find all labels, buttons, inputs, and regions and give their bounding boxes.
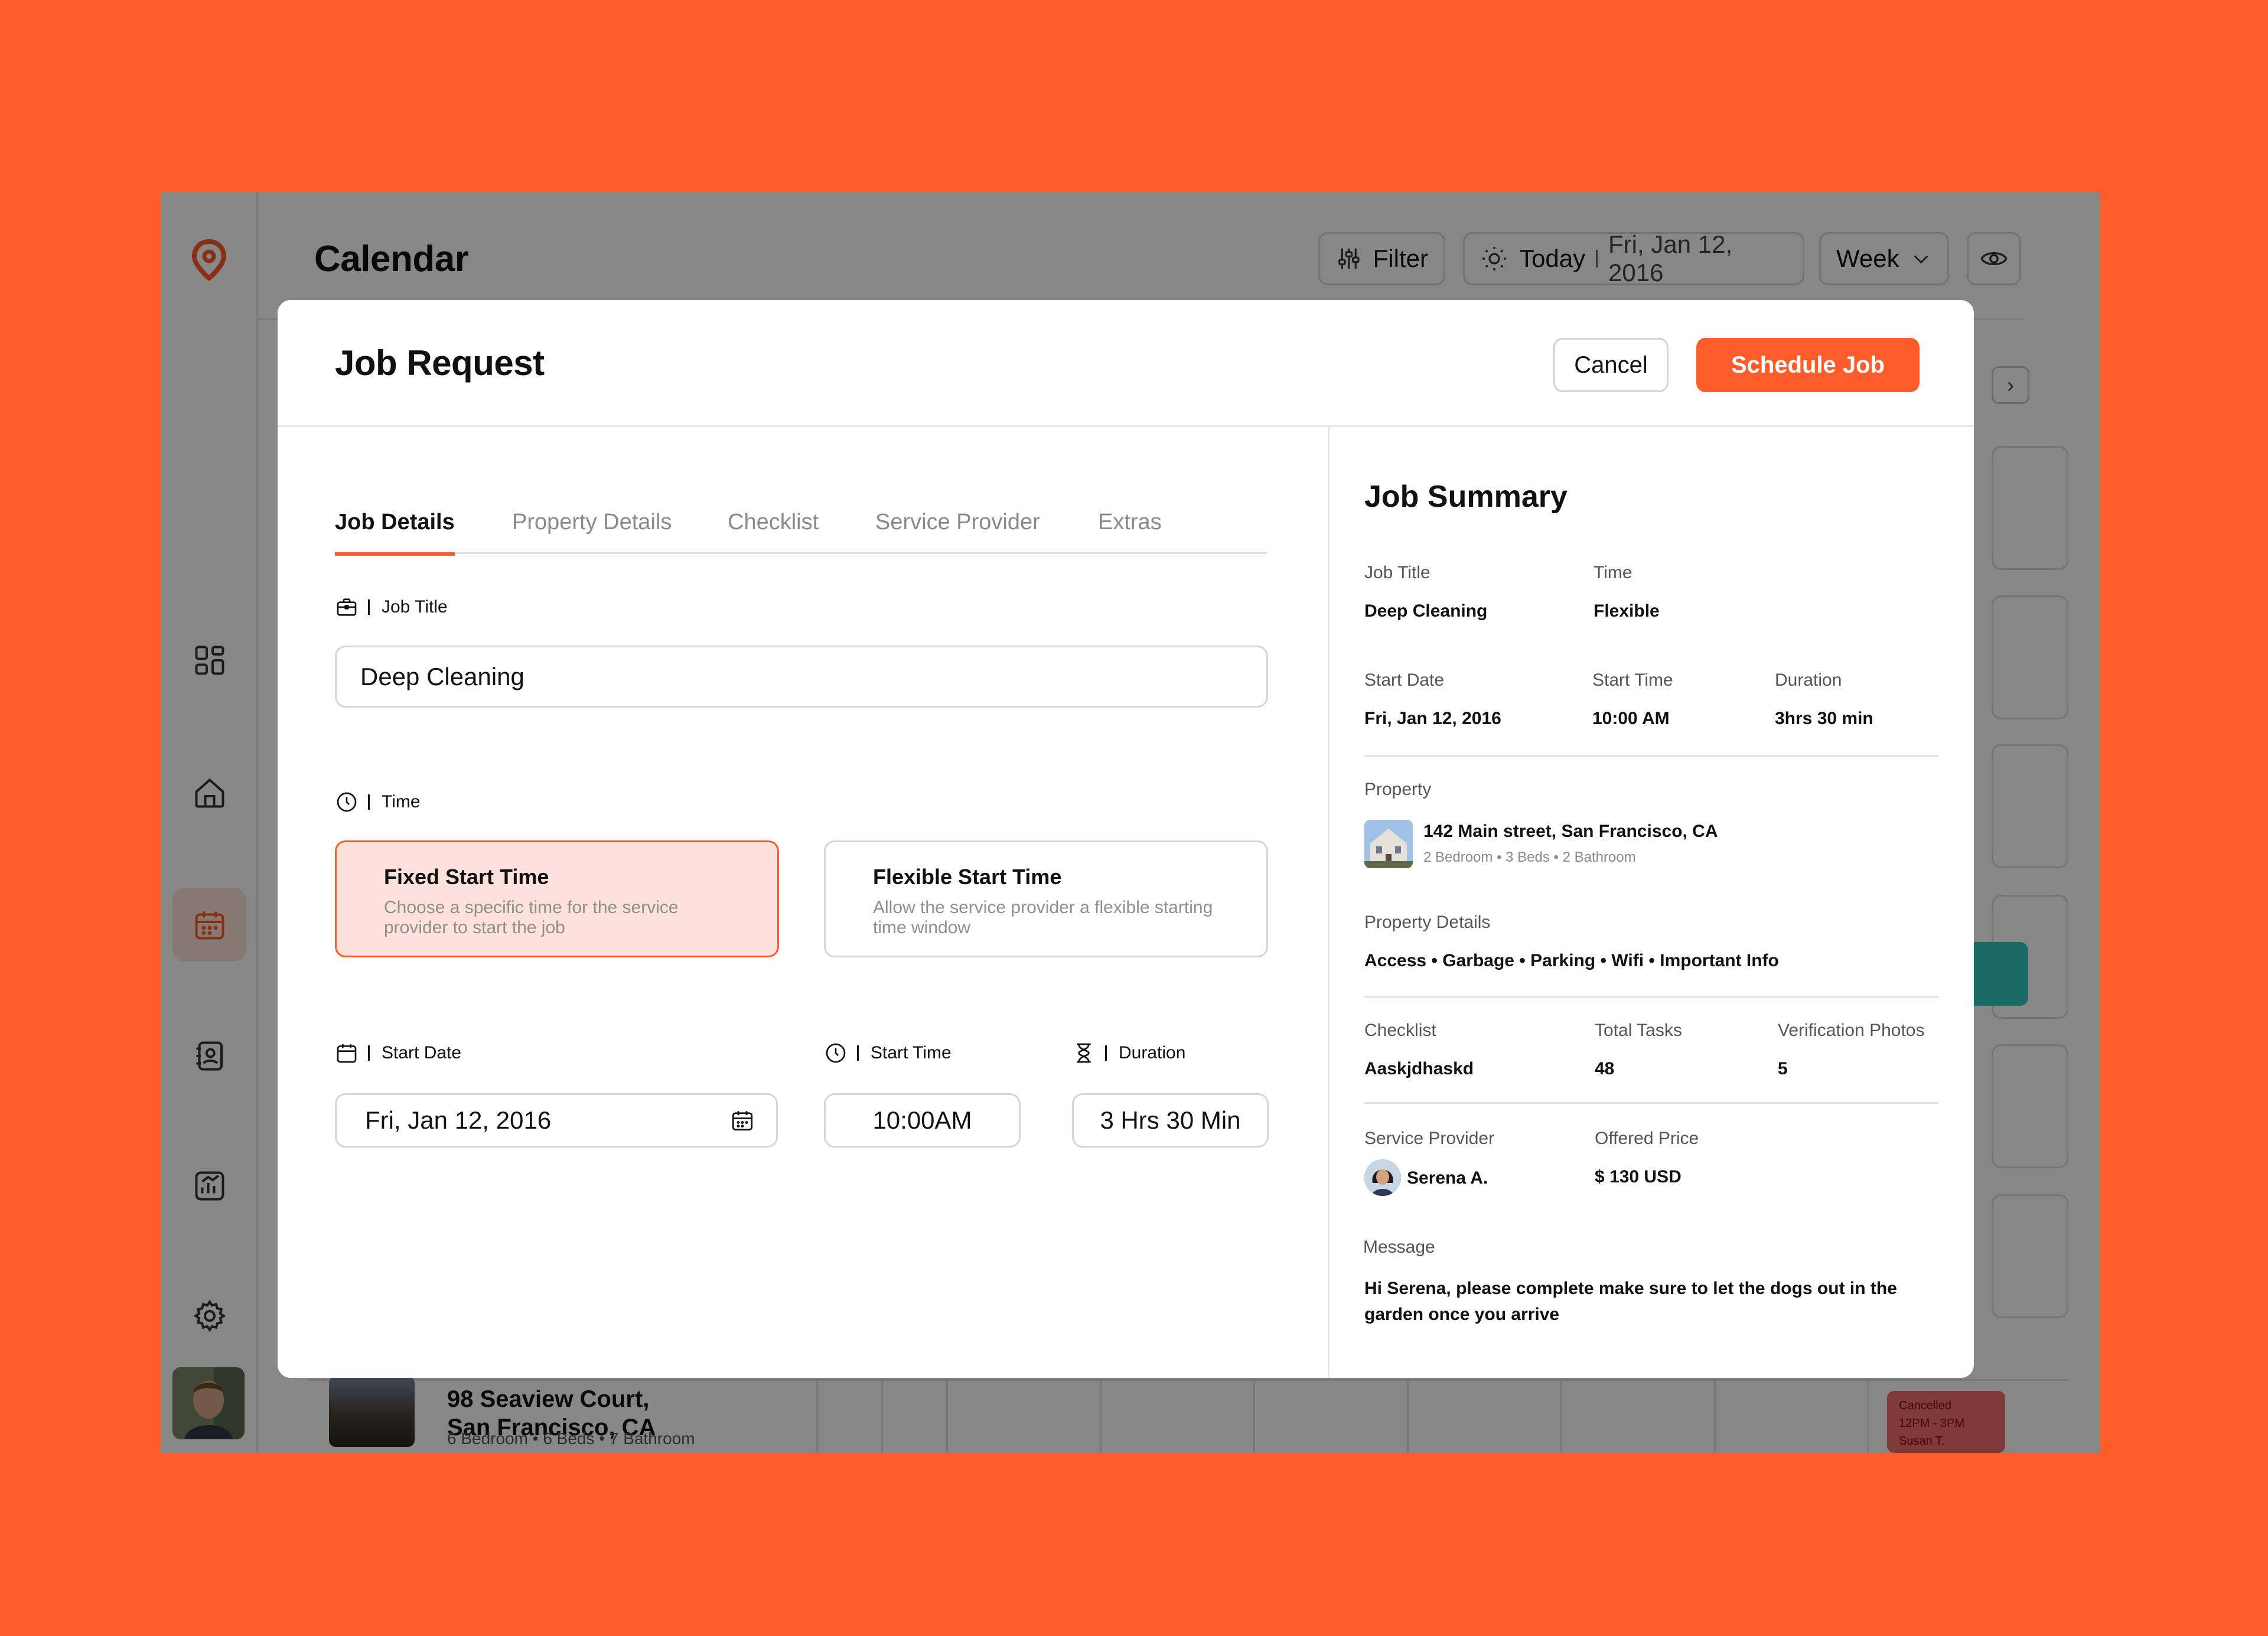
cancel-button[interactable]: Cancel	[1553, 338, 1669, 392]
option-description: Choose a specific time for the service p…	[384, 898, 679, 937]
job-request-modal: Job Request Cancel Schedule Job Job Deta…	[278, 300, 1974, 1378]
summary-time-value: Flexible	[1594, 601, 1660, 621]
modal-header: Job Request Cancel Schedule Job	[278, 300, 1974, 427]
duration-label-text: Duration	[1119, 1043, 1186, 1063]
summary-property-label: Property	[1364, 780, 1432, 799]
tab-checklist[interactable]: Checklist	[728, 510, 819, 552]
start-date-value: Fri, Jan 12, 2016	[365, 1106, 552, 1134]
start-date-label: Start Date	[335, 1041, 461, 1065]
summary-start-date-label: Start Date	[1364, 670, 1445, 690]
property-thumbnail	[1364, 820, 1413, 868]
calendar-icon	[337, 1044, 357, 1063]
schedule-job-button[interactable]: Schedule Job	[1696, 338, 1920, 392]
summary-checklist-value: Aaskjdhaskd	[1364, 1059, 1474, 1078]
house-image	[1364, 820, 1413, 868]
job-title-input[interactable]: Deep Cleaning	[335, 646, 1268, 708]
clock-icon	[826, 1043, 846, 1063]
time-label: Time	[335, 790, 421, 814]
summary-time-label: Time	[1594, 563, 1632, 582]
summary-divider	[1364, 996, 1938, 998]
summary-duration-value: 3hrs 30 min	[1775, 709, 1873, 728]
option-title: Fixed Start Time	[384, 865, 549, 889]
summary-provider-label: Service Provider	[1364, 1129, 1495, 1148]
provider-avatar-image	[1364, 1159, 1401, 1196]
summary-total-tasks-value: 48	[1595, 1059, 1615, 1078]
job-title-label: Job Title	[335, 595, 448, 619]
summary-checklist-label: Checklist	[1364, 1021, 1436, 1040]
summary-property-details-value: Access • Garbage • Parking • Wifi • Impo…	[1364, 951, 1779, 970]
summary-provider-value: Serena A.	[1407, 1168, 1488, 1188]
summary-start-time-label: Start Time	[1592, 670, 1673, 690]
summary-price-value: $ 130 USD	[1595, 1167, 1682, 1187]
summary-price-label: Offered Price	[1595, 1129, 1699, 1148]
summary-verification-value: 5	[1778, 1059, 1788, 1078]
summary-job-title-label: Job Title	[1364, 563, 1430, 582]
flexible-start-time-option[interactable]: Flexible Start Time Allow the service pr…	[824, 840, 1268, 957]
tab-bar: Job Details Property Details Checklist S…	[335, 510, 1267, 556]
tab-extras[interactable]: Extras	[1098, 510, 1162, 552]
option-description: Allow the service provider a flexible st…	[873, 898, 1213, 937]
summary-divider	[1364, 1102, 1938, 1104]
time-label-text: Time	[382, 792, 421, 812]
duration-label: Duration	[1072, 1041, 1185, 1065]
label-separator	[368, 1045, 370, 1061]
start-date-label-text: Start Date	[382, 1043, 462, 1063]
summary-job-title-value: Deep Cleaning	[1364, 601, 1488, 621]
label-separator	[857, 1045, 859, 1061]
briefcase-icon	[337, 598, 357, 616]
summary-start-date-value: Fri, Jan 12, 2016	[1364, 709, 1501, 728]
summary-verification-label: Verification Photos	[1778, 1021, 1925, 1040]
summary-property-details-label: Property Details	[1364, 912, 1491, 932]
summary-divider	[1364, 755, 1938, 757]
job-title-label-text: Job Title	[382, 597, 448, 617]
summary-property-address: 142 Main street, San Francisco, CA	[1423, 822, 1718, 841]
modal-column-divider	[1328, 427, 1329, 1378]
label-separator	[368, 599, 370, 615]
start-time-label: Start Time	[824, 1041, 951, 1065]
summary-message-label: Message	[1363, 1237, 1435, 1257]
option-title: Flexible Start Time	[873, 865, 1062, 889]
start-date-input[interactable]: Fri, Jan 12, 2016	[335, 1093, 778, 1148]
summary-property-meta: 2 Bedroom • 3 Beds • 2 Bathroom	[1423, 849, 1636, 865]
calendar-picker-icon[interactable]	[730, 1108, 755, 1133]
tab-service-provider[interactable]: Service Provider	[875, 510, 1040, 552]
summary-message-value: Hi Serena, please complete make sure to …	[1364, 1279, 1897, 1324]
tab-property-details[interactable]: Property Details	[512, 510, 672, 552]
fixed-start-time-option[interactable]: Fixed Start Time Choose a specific time …	[335, 840, 779, 957]
start-time-input[interactable]: 10:00AM	[824, 1093, 1021, 1148]
provider-avatar	[1364, 1159, 1401, 1196]
modal-title: Job Request	[335, 343, 545, 383]
label-separator	[1105, 1045, 1107, 1061]
summary-total-tasks-label: Total Tasks	[1595, 1021, 1682, 1040]
clock-icon	[337, 792, 357, 812]
label-separator	[368, 794, 370, 810]
start-time-label-text: Start Time	[871, 1043, 951, 1063]
duration-input[interactable]: 3 Hrs 30 Min	[1072, 1093, 1269, 1148]
job-summary-title: Job Summary	[1364, 480, 1568, 514]
summary-start-time-value: 10:00 AM	[1592, 709, 1670, 728]
tab-job-details[interactable]: Job Details	[335, 510, 455, 556]
hourglass-icon	[1077, 1043, 1091, 1063]
summary-duration-label: Duration	[1775, 670, 1842, 690]
